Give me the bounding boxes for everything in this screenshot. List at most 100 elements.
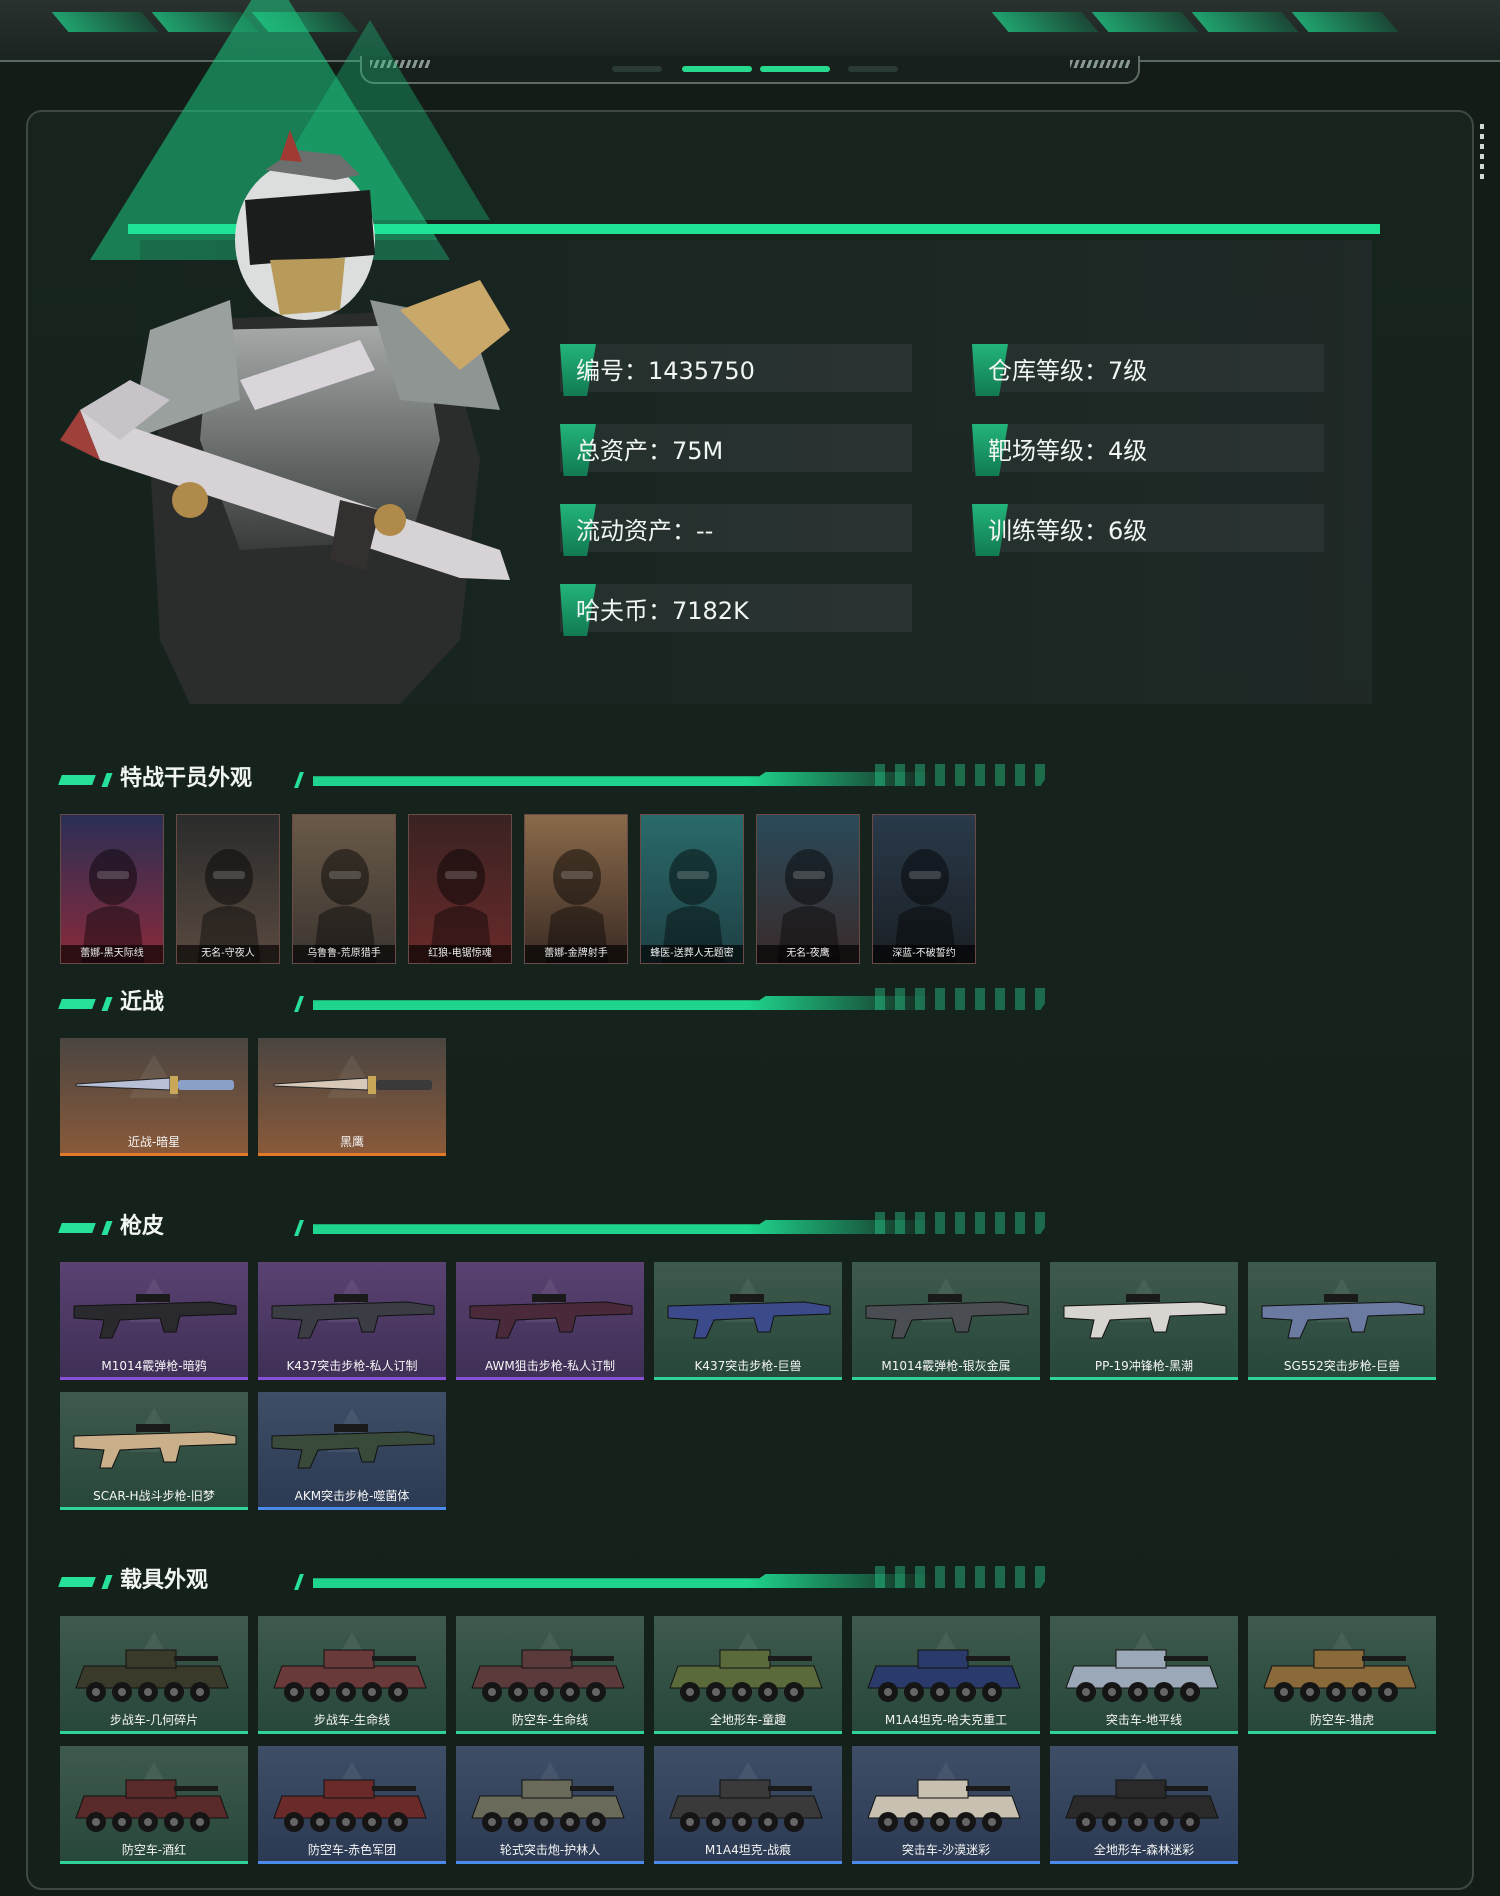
vehicle-skin-card[interactable]: 步战车-生命线 [258, 1616, 446, 1734]
weapon-skin-card[interactable]: PP-19冲锋枪-黑潮 [1050, 1262, 1238, 1380]
rarity-strip [60, 1153, 248, 1156]
banner-stripe [1091, 12, 1199, 32]
section-line [313, 1574, 933, 1588]
section-header-agents: 特战干员外观 [58, 764, 1060, 794]
rarity-strip [258, 1861, 446, 1864]
vehicle-skin-card[interactable]: 全地形车-童趣 [654, 1616, 842, 1734]
vehicle-skin-card[interactable]: 防空车-生命线 [456, 1616, 644, 1734]
melee-skin-card[interactable]: 近战-暗星 [60, 1038, 248, 1156]
item-name: 无名-守夜人 [177, 945, 279, 963]
section-marker [58, 775, 96, 785]
agent-skin-card[interactable]: 无名-守夜人 [176, 814, 280, 964]
weapon-skin-card[interactable]: SG552突击步枪-巨兽 [1248, 1262, 1436, 1380]
item-name: K437突击步枪-巨兽 [694, 1359, 802, 1373]
vehicle-skin-card[interactable]: 突击车-沙漠迷彩 [852, 1746, 1040, 1864]
item-name: AKM突击步枪-噬菌体 [294, 1489, 410, 1503]
vehicle-skin-card[interactable]: 突击车-地平线 [1050, 1616, 1238, 1734]
stat-total-assets: 总资产：75M [560, 424, 912, 476]
agent-skin-card[interactable]: 无名-夜鹰 [756, 814, 860, 964]
section-tick [294, 772, 304, 788]
item-name: 全地形车-森林迷彩 [1093, 1843, 1195, 1857]
rarity-strip [258, 1731, 446, 1734]
vehicle-skin-card[interactable]: M1A4坦克-战痕 [654, 1746, 842, 1864]
rarity-strip [852, 1377, 1040, 1380]
stat-warehouse-level: 仓库等级：7级 [972, 344, 1324, 396]
vehicle-skin-card[interactable]: 防空车-赤色军团 [258, 1746, 446, 1864]
rarity-strip [456, 1731, 644, 1734]
section-checker [875, 764, 1055, 786]
rarity-strip [60, 1377, 248, 1380]
weapon-skin-card[interactable]: AWM狙击步枪-私人订制 [456, 1262, 644, 1380]
weapon-skin-card[interactable]: AKM突击步枪-噬菌体 [258, 1392, 446, 1510]
agent-skin-card[interactable]: 乌鲁鲁-荒原猎手 [292, 814, 396, 964]
item-name: SCAR-H战斗步枪-旧梦 [93, 1489, 215, 1503]
section-title: 载具外观 [120, 1568, 209, 1593]
item-name: 防空车-酒红 [121, 1843, 187, 1857]
weapon-skin-card[interactable]: K437突击步枪-巨兽 [654, 1262, 842, 1380]
item-name: PP-19冲锋枪-黑潮 [1094, 1359, 1194, 1373]
rarity-strip [654, 1731, 842, 1734]
agent-skin-card[interactable]: 蜂医-送葬人无题密 [640, 814, 744, 964]
item-name: 黑鹰 [339, 1135, 364, 1149]
item-name: SG552突击步枪-巨兽 [1283, 1359, 1401, 1373]
rarity-strip [654, 1861, 842, 1864]
item-name: 深蓝-不破誓约 [873, 945, 975, 963]
banner-stripe [1191, 12, 1299, 32]
rarity-strip [1050, 1377, 1238, 1380]
item-name: K437突击步枪-私人订制 [286, 1359, 418, 1373]
item-name: 步战车-生命线 [313, 1713, 391, 1727]
weapon-skin-card[interactable]: M1014霰弹枪-银灰金属 [852, 1262, 1040, 1380]
banner-hatch [1070, 60, 1130, 68]
stat-label: 总资产：75M [576, 436, 724, 465]
item-name: M1A4坦克-战痕 [704, 1843, 792, 1857]
weapon-skin-card[interactable]: M1014霰弹枪-暗鸦 [60, 1262, 248, 1380]
rarity-strip [60, 1861, 248, 1864]
melee-skin-card[interactable]: 黑鹰 [258, 1038, 446, 1156]
item-name: 突击车-沙漠迷彩 [901, 1843, 991, 1857]
vehicle-skin-card[interactable]: 防空车-酒红 [60, 1746, 248, 1864]
item-name: 蕾娜-金牌射手 [525, 945, 627, 963]
section-header-melee: 近战 [58, 988, 1060, 1018]
item-name: 防空车-赤色军团 [307, 1843, 397, 1857]
item-name: M1014霰弹枪-银灰金属 [881, 1359, 1011, 1373]
item-name: M1014霰弹枪-暗鸦 [101, 1359, 207, 1373]
section-checker [875, 1566, 1055, 1588]
rarity-strip [852, 1731, 1040, 1734]
rarity-strip [852, 1861, 1040, 1864]
vehicle-skin-card[interactable]: 全地形车-森林迷彩 [1050, 1746, 1238, 1864]
vehicle-skin-card[interactable]: 步战车-几何碎片 [60, 1616, 248, 1734]
vehicle-skin-card[interactable]: 防空车-猎虎 [1248, 1616, 1436, 1734]
rarity-strip [258, 1377, 446, 1380]
stat-label: 编号：1435750 [576, 356, 755, 385]
item-name: 红狼-电锯惊魂 [409, 945, 511, 963]
agent-skin-card[interactable]: 红狼-电锯惊魂 [408, 814, 512, 964]
weapon-skin-card[interactable]: SCAR-H战斗步枪-旧梦 [60, 1392, 248, 1510]
agent-skin-card[interactable]: 蕾娜-金牌射手 [524, 814, 628, 964]
section-title: 枪皮 [120, 1214, 165, 1239]
stat-range-level: 靶场等级：4级 [972, 424, 1324, 476]
banner-stripe [991, 12, 1099, 32]
section-marker [101, 1575, 113, 1589]
section-header-vehicles: 载具外观 [58, 1566, 1060, 1596]
banner-pill [612, 66, 662, 72]
stat-id: 编号：1435750 [560, 344, 912, 396]
rarity-strip [1050, 1731, 1238, 1734]
rarity-strip [456, 1377, 644, 1380]
item-name: 蕾娜-黑天际线 [61, 945, 163, 963]
rarity-strip [1050, 1861, 1238, 1864]
section-marker [101, 997, 113, 1011]
agent-skin-card[interactable]: 蕾娜-黑天际线 [60, 814, 164, 964]
section-line [313, 1220, 933, 1234]
operator-portrait [60, 130, 510, 704]
item-name: 乌鲁鲁-荒原猎手 [293, 945, 395, 963]
vehicle-skin-card[interactable]: 轮式突击炮-护林人 [456, 1746, 644, 1864]
weapon-skin-card[interactable]: K437突击步枪-私人订制 [258, 1262, 446, 1380]
frame-dots [1480, 124, 1484, 184]
section-tick [294, 996, 304, 1012]
stat-label: 流动资产：-- [576, 516, 714, 545]
vehicle-skin-card[interactable]: M1A4坦克-哈夫克重工 [852, 1616, 1040, 1734]
item-name: AWM狙击步枪-私人订制 [484, 1359, 616, 1373]
section-marker [101, 1221, 113, 1235]
section-marker [58, 999, 96, 1009]
agent-skin-card[interactable]: 深蓝-不破誓约 [872, 814, 976, 964]
